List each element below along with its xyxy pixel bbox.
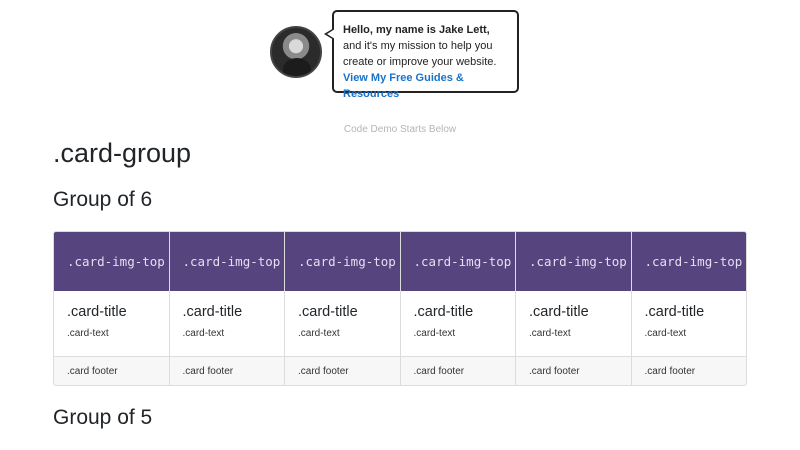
card-image-top: .card-img-top	[285, 232, 400, 291]
card-title: .card-title	[529, 304, 589, 320]
card: .card-img-top .card-title .card-text .ca…	[54, 232, 169, 385]
card-image-top: .card-img-top	[169, 232, 284, 291]
card-text: .card-text	[298, 328, 340, 339]
card-body: .card-title .card-text	[285, 291, 400, 356]
card-footer: .card footer	[169, 356, 284, 385]
author-message: and it's my mission to help you create o…	[343, 40, 497, 68]
card-image-top: .card-img-top	[400, 232, 515, 291]
card: .card-img-top .card-title .card-text .ca…	[284, 232, 400, 385]
card: .card-img-top .card-title .card-text .ca…	[630, 232, 746, 385]
demo-note: Code Demo Starts Below	[343, 124, 457, 135]
card-group: .card-img-top .card-title .card-text .ca…	[53, 231, 747, 386]
card-title: .card-title	[644, 304, 705, 320]
card-title: .card-title	[413, 304, 474, 320]
card-title: .card-title	[298, 304, 358, 320]
card-footer: .card footer	[400, 356, 515, 385]
card-image-top: .card-img-top	[631, 232, 746, 291]
card-footer: .card footer	[285, 356, 400, 385]
card-body: .card-title .card-text	[169, 291, 284, 356]
section-title: .card-group	[53, 138, 192, 168]
card-text: .card-text	[644, 328, 687, 339]
card-title: .card-title	[67, 304, 127, 320]
card-footer: .card footer	[516, 356, 631, 385]
card-text: .card-text	[67, 328, 109, 339]
card-body: .card-title .card-text	[516, 291, 631, 356]
card-image-top: .card-img-top	[54, 232, 169, 291]
card: .card-img-top .card-title .card-text .ca…	[399, 232, 515, 385]
group-title-6: Group of 6	[53, 188, 153, 211]
card-text: .card-text	[529, 328, 571, 339]
card: .card-img-top .card-title .card-text .ca…	[168, 232, 284, 385]
card-body: .card-title .card-text	[54, 291, 169, 356]
card-image-top: .card-img-top	[516, 232, 631, 291]
author-greeting: Hello, my name is Jake Lett,	[343, 24, 490, 36]
guides-link[interactable]: View My Free Guides & Resources	[343, 72, 464, 100]
card-body: .card-title .card-text	[400, 291, 515, 356]
card: .card-img-top .card-title .card-text .ca…	[515, 232, 631, 385]
group-title-5: Group of 5	[53, 406, 153, 429]
card-title: .card-title	[182, 304, 243, 320]
card-text: .card-text	[182, 328, 225, 339]
author-avatar	[270, 26, 322, 78]
card-body: .card-title .card-text	[631, 291, 746, 356]
card-text: .card-text	[413, 328, 456, 339]
card-footer: .card footer	[54, 356, 169, 385]
author-bio: Hello, my name is Jake Lett, and it's my…	[270, 10, 520, 100]
author-speech-bubble: Hello, my name is Jake Lett, and it's my…	[324, 10, 519, 100]
card-footer: .card footer	[631, 356, 746, 385]
